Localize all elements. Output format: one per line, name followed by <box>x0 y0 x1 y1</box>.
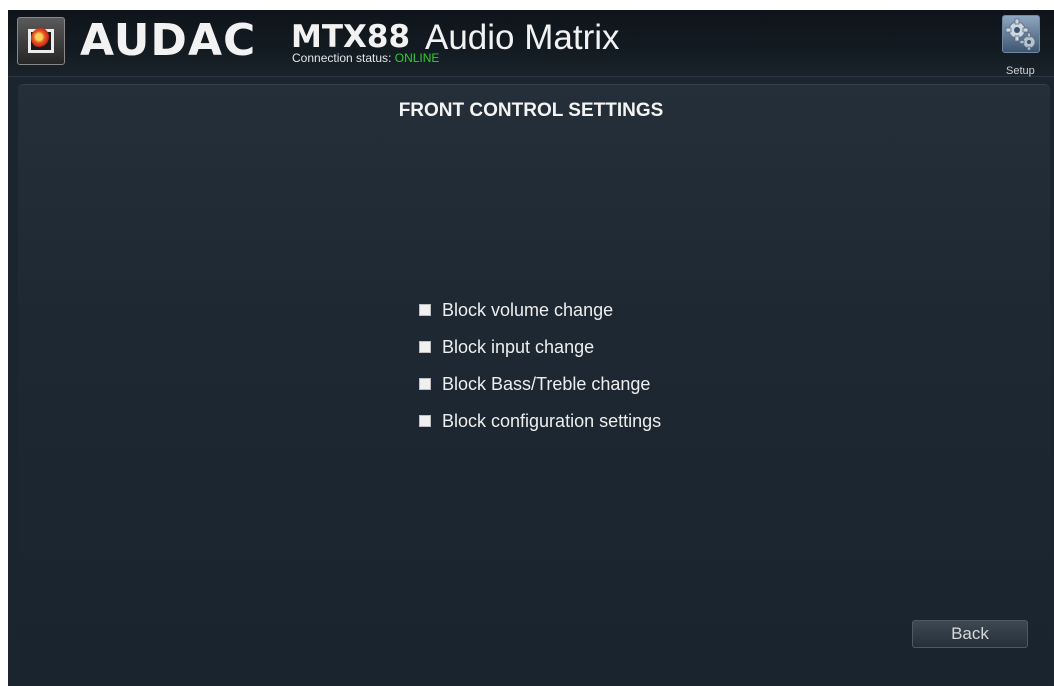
brand-name: AUDAC <box>80 15 257 66</box>
option-label: Block Bass/Treble change <box>442 374 651 394</box>
checkbox[interactable] <box>419 341 431 353</box>
header-bar: AUDAC MTX88 Audio Matrix Connection stat… <box>8 10 1054 77</box>
connection-label: Connection status: <box>292 51 392 65</box>
gears-icon <box>1005 18 1036 50</box>
setup-label: Setup <box>1006 65 1035 77</box>
checkbox[interactable] <box>419 415 431 427</box>
back-button[interactable]: Back <box>912 620 1028 648</box>
option-label: Block volume change <box>442 300 614 320</box>
checkbox[interactable] <box>419 304 431 316</box>
option-label: Block configuration settings <box>442 411 662 431</box>
checkbox[interactable] <box>419 378 431 390</box>
setup-button[interactable] <box>1002 15 1040 53</box>
page-title: FRONT CONTROL SETTINGS <box>398 100 664 121</box>
option-label: Block input change <box>442 337 595 357</box>
connection-status: Connection status: ONLINE <box>292 51 439 65</box>
model-name: MTX88 <box>291 19 411 55</box>
connection-status-value: ONLINE <box>394 51 440 65</box>
audac-logo-icon <box>17 17 65 65</box>
product-name: Audio Matrix <box>425 18 620 57</box>
